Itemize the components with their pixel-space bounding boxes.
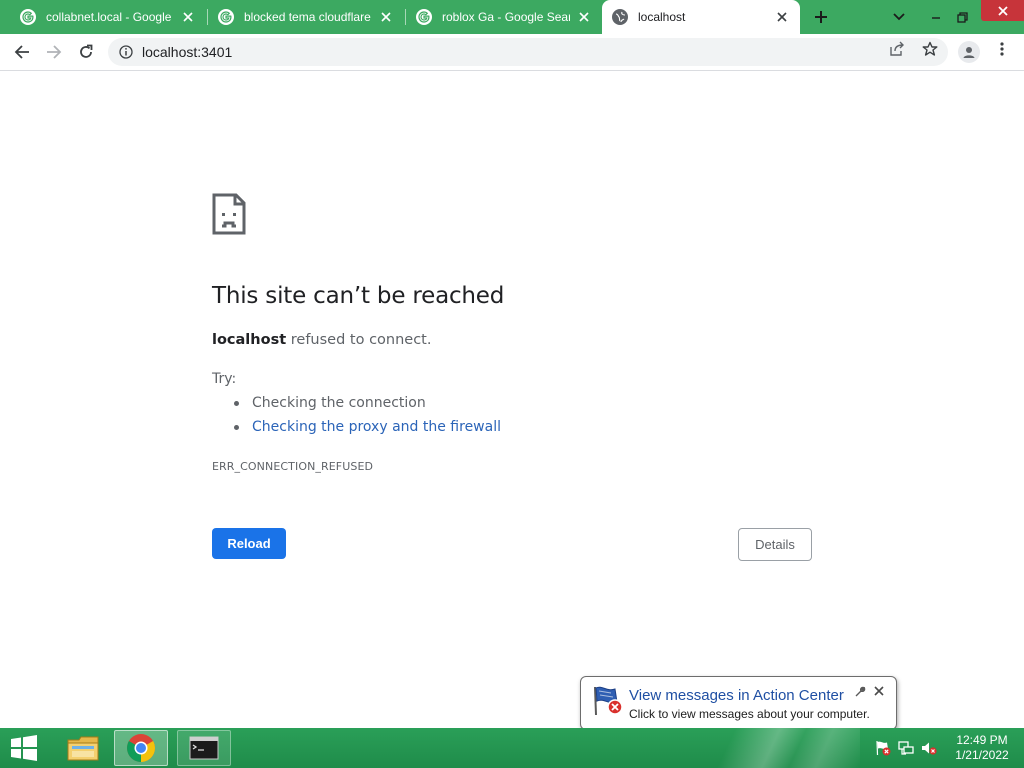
tray-volume[interactable] bbox=[921, 740, 937, 756]
clock-date: 1/21/2022 bbox=[955, 748, 1009, 762]
error-title: This site can’t be reached bbox=[212, 283, 505, 309]
action-center-notification[interactable]: View messages in Action Center Click to … bbox=[580, 676, 897, 730]
info-icon[interactable] bbox=[118, 44, 134, 60]
google-icon bbox=[20, 9, 36, 25]
try-label: Try: bbox=[212, 371, 237, 387]
close-icon[interactable] bbox=[576, 9, 592, 25]
notification-title[interactable]: View messages in Action Center bbox=[629, 687, 844, 704]
reload-button[interactable] bbox=[72, 38, 100, 66]
star-icon bbox=[922, 41, 938, 56]
start-button[interactable] bbox=[0, 728, 48, 768]
details-button[interactable]: Details bbox=[738, 528, 812, 561]
action-center-flag-icon bbox=[594, 686, 623, 716]
forward-icon bbox=[47, 45, 62, 59]
network-icon bbox=[898, 741, 914, 755]
minimize-icon bbox=[932, 17, 940, 19]
plus-icon bbox=[815, 11, 827, 23]
tray-action-center[interactable] bbox=[875, 740, 891, 756]
new-tab-button[interactable] bbox=[808, 5, 834, 29]
address-bar[interactable] bbox=[108, 38, 948, 66]
error-message-text: refused to connect. bbox=[286, 332, 432, 348]
google-icon bbox=[416, 9, 432, 25]
forward-button[interactable] bbox=[40, 38, 68, 66]
chevron-down-icon bbox=[893, 13, 905, 21]
error-host: localhost bbox=[212, 332, 287, 348]
taskbar-sheen bbox=[700, 728, 860, 768]
suggestions-list: Checking the connection Checking the pro… bbox=[234, 395, 501, 443]
browser-toolbar bbox=[0, 34, 1024, 71]
globe-icon bbox=[612, 9, 628, 25]
restore-icon bbox=[956, 11, 968, 23]
wrench-icon[interactable] bbox=[854, 686, 866, 698]
back-icon bbox=[14, 45, 29, 59]
minimize-button[interactable] bbox=[923, 5, 949, 29]
taskbar-file-explorer[interactable] bbox=[56, 730, 110, 766]
profile-icon bbox=[963, 47, 975, 58]
tab-title: blocked tema cloudflare bbox=[244, 10, 371, 24]
close-icon[interactable] bbox=[180, 9, 196, 25]
windows-start-icon bbox=[11, 735, 37, 761]
back-button[interactable] bbox=[8, 38, 36, 66]
url-input[interactable] bbox=[142, 44, 842, 60]
close-icon[interactable] bbox=[873, 685, 885, 697]
suggestion-check-proxy-link[interactable]: Checking the proxy and the firewall bbox=[234, 419, 501, 443]
share-icon bbox=[890, 41, 904, 56]
action-center-flag-icon bbox=[876, 740, 891, 756]
share-button[interactable] bbox=[888, 40, 906, 58]
tray-network[interactable] bbox=[898, 740, 914, 756]
command-prompt-icon bbox=[189, 736, 219, 760]
tab-collabnet[interactable]: collabnet.local - Google S bbox=[10, 0, 206, 34]
tab-strip: collabnet.local - Google S blocked tema … bbox=[0, 0, 1024, 34]
tab-roblox[interactable]: roblox Ga - Google Searc bbox=[406, 0, 602, 34]
tab-localhost[interactable]: localhost bbox=[602, 0, 800, 34]
taskbar: 12:49 PM 1/21/2022 bbox=[0, 728, 1024, 768]
system-clock[interactable]: 12:49 PM 1/21/2022 bbox=[948, 733, 1016, 763]
profile-button[interactable] bbox=[958, 41, 980, 63]
sad-document-icon bbox=[212, 193, 246, 235]
file-explorer-icon bbox=[67, 736, 99, 761]
taskbar-chrome[interactable] bbox=[114, 730, 168, 766]
chrome-icon bbox=[127, 734, 155, 762]
suggestion-check-connection: Checking the connection bbox=[234, 395, 501, 419]
page-content: This site can’t be reached localhost ref… bbox=[0, 71, 1024, 728]
menu-button[interactable] bbox=[993, 40, 1011, 58]
bookmark-button[interactable] bbox=[921, 40, 939, 58]
tab-blocked-tema[interactable]: blocked tema cloudflare bbox=[208, 0, 404, 34]
restore-button[interactable] bbox=[949, 5, 975, 29]
reload-page-button[interactable]: Reload bbox=[212, 528, 286, 559]
error-message: localhost refused to connect. bbox=[212, 332, 431, 348]
clock-time: 12:49 PM bbox=[956, 733, 1008, 747]
window-close-button[interactable] bbox=[981, 0, 1024, 21]
tab-search-button[interactable] bbox=[886, 5, 912, 29]
notification-text: Click to view messages about your comput… bbox=[629, 707, 870, 721]
taskbar-command-prompt[interactable] bbox=[177, 730, 231, 766]
tab-title: localhost bbox=[638, 10, 686, 24]
close-icon[interactable] bbox=[774, 9, 790, 25]
close-icon bbox=[997, 5, 1008, 16]
tab-title: collabnet.local - Google S bbox=[46, 10, 174, 24]
volume-muted-icon bbox=[922, 742, 937, 755]
google-icon bbox=[218, 9, 234, 25]
close-icon[interactable] bbox=[378, 9, 394, 25]
error-code: ERR_CONNECTION_REFUSED bbox=[212, 460, 374, 473]
tab-title: roblox Ga - Google Searc bbox=[442, 10, 570, 24]
menu-icon bbox=[1000, 42, 1004, 56]
reload-icon bbox=[80, 44, 93, 58]
